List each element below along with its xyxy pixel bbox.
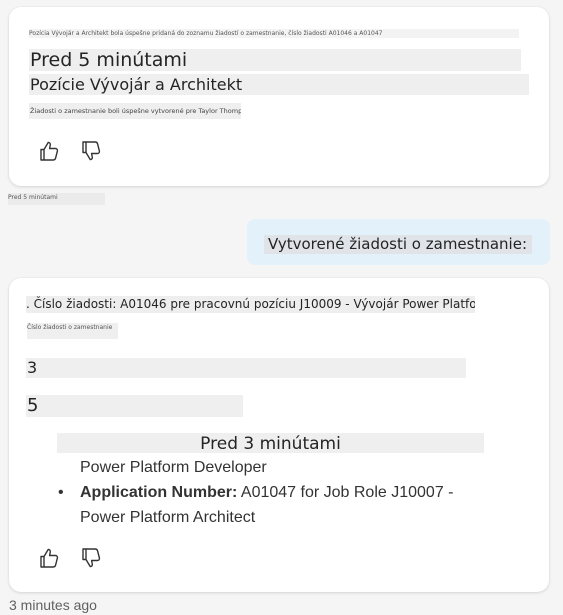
- job-role-text: Power Platform Architect: [80, 509, 256, 526]
- bullet-icon: •: [58, 484, 64, 501]
- message-time: Pred 5 minútami: [29, 49, 521, 71]
- application-line: . Číslo žiadosti: A01046 pre pracovnú po…: [26, 296, 475, 313]
- application-subtext: Číslo žiadosti o zamestnanie: [27, 323, 118, 339]
- message-title: Pozície Vývojár a Architekt: [29, 74, 529, 95]
- thumbs-up-button[interactable]: [37, 139, 61, 163]
- bot-message-card-2: . Číslo žiadosti: A01046 pre pracovnú po…: [9, 278, 549, 592]
- thumbs-down-button[interactable]: [79, 546, 103, 570]
- bot-message-card-1: Pozícia Vývojár a Architekt bola úspešne…: [9, 7, 549, 186]
- user-message-text: Vytvorené žiadosti o zamestnanie:: [264, 235, 532, 254]
- message-time: Pred 3 minútami: [57, 433, 484, 453]
- message-summary-text: Pozícia Vývojár a Architekt bola úspešne…: [29, 29, 519, 38]
- job-role-text: Power Platform Developer: [80, 459, 267, 476]
- message-note: Žiadosti o zamestnanie boli úspešne vytv…: [29, 103, 241, 119]
- thumbs-down-icon: [82, 548, 101, 568]
- application-number-item: Application Number: A01047 for Job Role …: [80, 483, 454, 503]
- thumbs-down-icon: [82, 141, 101, 161]
- timestamp-top: Pred 5 minútami: [8, 193, 105, 205]
- timestamp-bottom: 3 minutes ago: [9, 597, 97, 613]
- thumbs-up-icon: [40, 548, 59, 568]
- application-number-label: Application Number:: [80, 484, 238, 501]
- count-value-5: 5: [26, 395, 243, 417]
- thumbs-down-button[interactable]: [79, 139, 103, 163]
- application-number-value: A01047 for Job Role J10007 -: [237, 484, 454, 501]
- thumbs-up-button[interactable]: [37, 546, 61, 570]
- thumbs-up-icon: [40, 141, 59, 161]
- count-value-3: 3: [26, 358, 466, 378]
